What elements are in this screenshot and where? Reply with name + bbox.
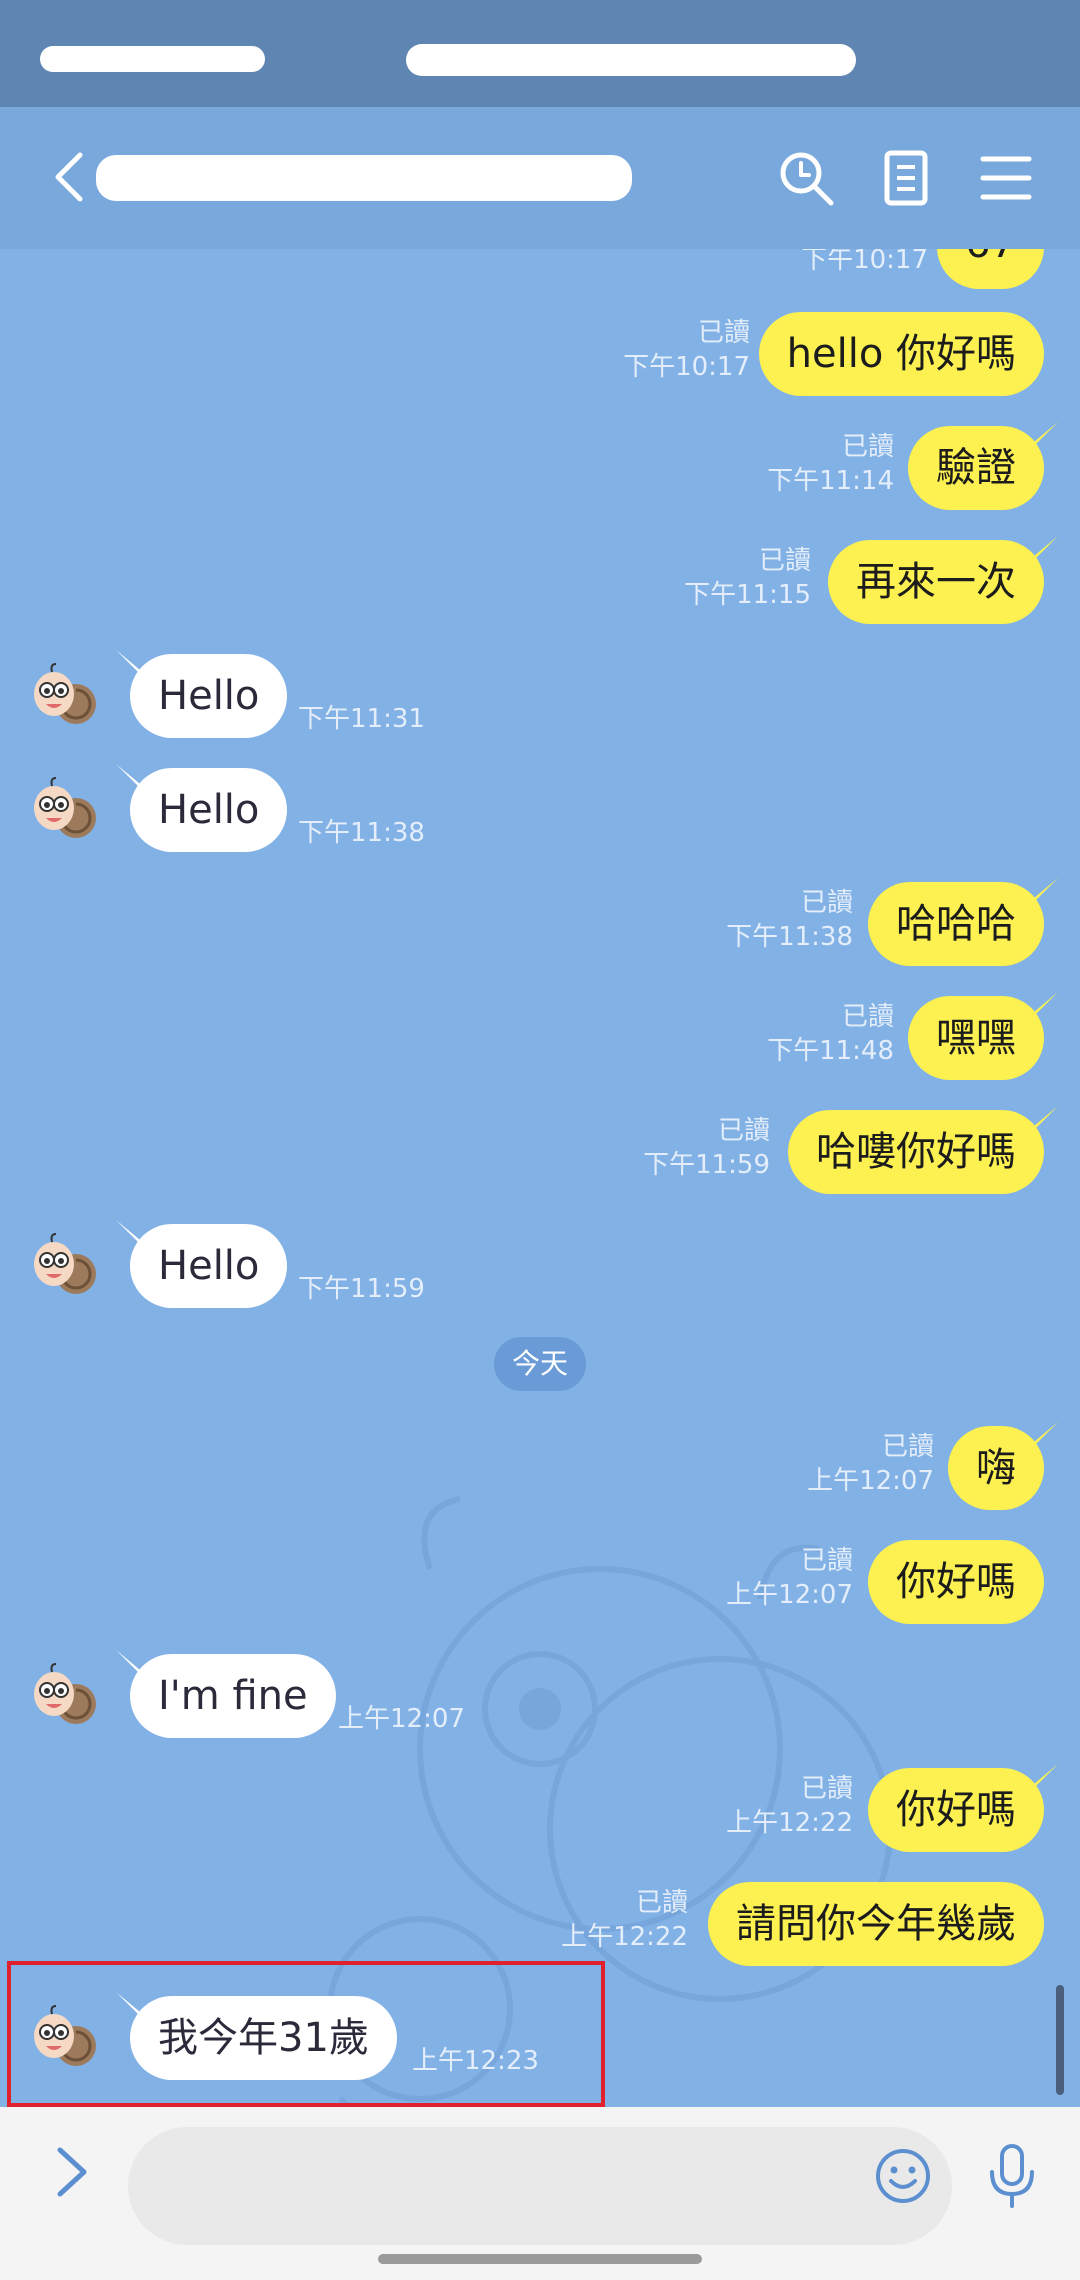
message-bubble-outgoing[interactable]: 再來一次 [828, 540, 1044, 624]
message-time: 下午11:59 [643, 1150, 770, 1180]
read-receipt: 已讀 [758, 546, 811, 576]
message-time: 上午12:22 [726, 1808, 853, 1838]
message-input[interactable] [128, 2127, 952, 2245]
message-text: 67 [965, 249, 1016, 267]
menu-icon[interactable] [975, 147, 1037, 209]
message-time: 上午12:07 [338, 1704, 465, 1734]
message-bubble-incoming[interactable]: Hello [130, 768, 288, 852]
back-icon[interactable] [44, 149, 100, 205]
message-text: 嘿嘿 [936, 1015, 1016, 1061]
message-text: hello 你好嗎 [786, 331, 1016, 377]
avatar[interactable] [28, 1230, 98, 1300]
read-receipt: 已讀 [697, 318, 750, 348]
read-receipt: 已讀 [800, 888, 853, 918]
message-bubble-outgoing[interactable]: 67 [937, 249, 1044, 289]
message-text: 哈哈哈 [896, 901, 1016, 947]
message-time: 下午10:17 [801, 249, 928, 275]
message-time: 上午12:07 [726, 1580, 853, 1610]
message-time: 上午12:22 [561, 1922, 688, 1952]
message-time: 下午10:17 [623, 352, 750, 382]
notes-icon[interactable] [875, 147, 937, 209]
bubble-tail [1022, 1106, 1058, 1136]
message-bubble-outgoing[interactable]: 哈哈哈 [868, 882, 1044, 966]
bubble-tail [1022, 878, 1058, 908]
message-bubble-incoming[interactable]: I'm fine [130, 1654, 336, 1738]
read-receipt: 已讀 [717, 1116, 770, 1146]
message-text: 再來一次 [856, 559, 1016, 605]
message-time: 下午11:59 [298, 1274, 425, 1304]
message-text: 請問你今年幾歲 [736, 1901, 1016, 1947]
read-receipt: 已讀 [800, 1774, 853, 1804]
message-bubble-outgoing[interactable]: 請問你今年幾歲 [708, 1882, 1044, 1966]
message-bubble-outgoing[interactable]: 你好嗎 [868, 1540, 1044, 1624]
bubble-tail [1022, 1764, 1058, 1794]
message-time: 下午11:48 [767, 1036, 894, 1066]
message-text: 嗨 [976, 1445, 1016, 1491]
message-time: 下午11:38 [298, 818, 425, 848]
message-text: 哈嘍你好嗎 [816, 1129, 1016, 1175]
bubble-tail [1022, 1422, 1058, 1452]
read-receipt: 已讀 [800, 1546, 853, 1576]
message-text: Hello [158, 787, 260, 833]
message-bubble-incoming[interactable]: Hello [130, 654, 288, 738]
message-time: 下午11:31 [298, 704, 425, 734]
avatar[interactable] [28, 774, 98, 844]
read-receipt: 已讀 [841, 1002, 894, 1032]
read-receipt: 已讀 [881, 1432, 934, 1462]
redacted-status-left [40, 46, 265, 72]
message-text: Hello [158, 673, 260, 719]
message-text: 你好嗎 [896, 1559, 1016, 1605]
avatar[interactable] [28, 1660, 98, 1730]
chat-area[interactable]: 67 下午10:17 hello 你好嗎 已讀 下午10:17 驗證 已讀 下午… [0, 249, 1080, 2107]
search-icon[interactable] [775, 147, 837, 209]
highlight-box [7, 1961, 605, 2107]
redacted-chat-title [96, 155, 632, 201]
message-bubble-outgoing[interactable]: 哈嘍你好嗎 [788, 1110, 1044, 1194]
bubble-tail [1022, 992, 1058, 1022]
day-separator: 今天 [494, 1337, 586, 1391]
avatar[interactable] [28, 660, 98, 730]
message-text: Hello [158, 1243, 260, 1289]
home-indicator[interactable] [378, 2254, 702, 2264]
redacted-status-right [406, 44, 856, 76]
expand-icon[interactable] [50, 2142, 94, 2202]
mic-icon[interactable] [984, 2142, 1040, 2212]
message-text: I'm fine [158, 1673, 308, 1719]
message-text: 驗證 [936, 445, 1016, 491]
chat-header [0, 107, 1080, 249]
status-bar [0, 0, 1080, 107]
message-time: 上午12:07 [807, 1466, 934, 1496]
message-text: 你好嗎 [896, 1787, 1016, 1833]
message-bubble-incoming[interactable]: Hello [130, 1224, 288, 1308]
message-bubble-outgoing[interactable]: 你好嗎 [868, 1768, 1044, 1852]
message-time: 下午11:14 [767, 466, 894, 496]
scrollbar[interactable] [1056, 1985, 1064, 2095]
message-time: 下午11:15 [684, 580, 811, 610]
message-bubble-outgoing[interactable]: hello 你好嗎 [758, 312, 1044, 396]
read-receipt: 已讀 [635, 1888, 688, 1918]
emoji-icon[interactable] [874, 2147, 932, 2205]
bubble-tail [1022, 422, 1058, 452]
bubble-tail [1022, 536, 1058, 566]
message-time: 下午11:38 [726, 922, 853, 952]
read-receipt: 已讀 [841, 432, 894, 462]
